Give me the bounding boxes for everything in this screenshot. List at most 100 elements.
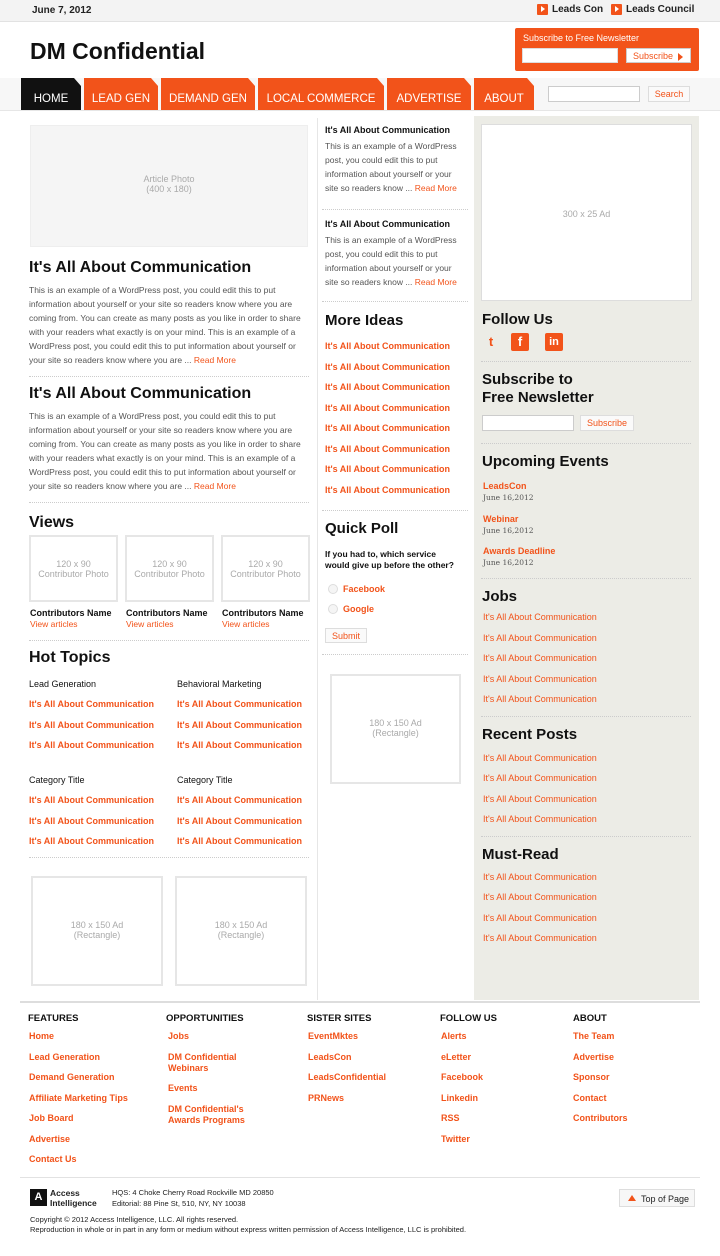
idea-link[interactable]: It's All About Communication [325, 341, 450, 351]
idea-link[interactable]: It's All About Communication [325, 362, 450, 372]
footer-link[interactable]: eLetter [441, 1052, 471, 1063]
poll-radio-facebook[interactable] [328, 584, 338, 594]
footer-link[interactable]: Linkedin [441, 1093, 478, 1104]
event-link[interactable]: LeadsCon [483, 481, 527, 491]
contributor-name[interactable]: Contributors Name [30, 608, 112, 618]
leads-con-label[interactable]: Leads Con [552, 4, 603, 15]
must-read-link[interactable]: It's All About Communication [483, 892, 597, 902]
contributor-name[interactable]: Contributors Name [222, 608, 304, 618]
footer-link[interactable]: Job Board [29, 1113, 74, 1124]
read-more-link[interactable]: Read More [194, 355, 236, 365]
footer-link[interactable]: DM Confidential's Awards Programs [168, 1104, 258, 1126]
idea-link[interactable]: It's All About Communication [325, 382, 450, 392]
recent-post-link[interactable]: It's All About Communication [483, 794, 597, 804]
leads-council-link[interactable]: Leads Council [611, 4, 694, 15]
leads-con-link[interactable]: Leads Con [537, 4, 603, 15]
idea-link[interactable]: It's All About Communication [325, 485, 450, 495]
ad-rectangle[interactable]: 180 x 150 Ad (Rectangle) [330, 674, 461, 784]
search-button[interactable]: Search [648, 86, 690, 102]
topic-link[interactable]: It's All About Communication [29, 816, 154, 826]
leads-council-label[interactable]: Leads Council [626, 4, 694, 15]
footer-link[interactable]: Facebook [441, 1072, 483, 1083]
topic-link[interactable]: It's All About Communication [177, 699, 302, 709]
footer-link[interactable]: Events [168, 1083, 198, 1094]
topic-link[interactable]: It's All About Communication [29, 720, 154, 730]
read-more-link[interactable]: Read More [415, 183, 457, 193]
poll-submit-button[interactable]: Submit [325, 628, 367, 643]
read-more-link[interactable]: Read More [194, 481, 236, 491]
footer-link[interactable]: Contact [573, 1093, 607, 1104]
event-link[interactable]: Webinar [483, 514, 518, 524]
footer-link[interactable]: The Team [573, 1031, 614, 1042]
topic-link[interactable]: It's All About Communication [29, 795, 154, 805]
read-more-link[interactable]: Read More [415, 277, 457, 287]
job-link[interactable]: It's All About Communication [483, 633, 597, 643]
tab-home[interactable]: HOME [21, 78, 81, 110]
ad-rectangle[interactable]: 180 x 150 Ad (Rectangle) [31, 876, 163, 986]
event-link[interactable]: Awards Deadline [483, 546, 555, 556]
tab-about[interactable]: ABOUT [474, 78, 534, 110]
topic-link[interactable]: It's All About Communication [177, 816, 302, 826]
footer-link[interactable]: Advertise [29, 1134, 70, 1145]
recent-post-link[interactable]: It's All About Communication [483, 753, 597, 763]
poll-radio-google[interactable] [328, 604, 338, 614]
search-input[interactable] [548, 86, 640, 102]
footer-link[interactable]: DM Confidential Webinars [168, 1052, 258, 1074]
contributor-name[interactable]: Contributors Name [126, 608, 208, 618]
must-read-link[interactable]: It's All About Communication [483, 933, 597, 943]
poll-option-facebook[interactable]: Facebook [343, 584, 385, 594]
recent-post-link[interactable]: It's All About Communication [483, 814, 597, 824]
job-link[interactable]: It's All About Communication [483, 694, 597, 704]
facebook-icon[interactable]: f [511, 333, 529, 351]
footer-link[interactable]: Demand Generation [29, 1072, 115, 1083]
footer-link[interactable]: Sponsor [573, 1072, 610, 1083]
topic-link[interactable]: It's All About Communication [177, 720, 302, 730]
article-title[interactable]: It's All About Communication [29, 259, 251, 277]
linkedin-icon[interactable]: in [545, 333, 563, 351]
topic-link[interactable]: It's All About Communication [177, 740, 302, 750]
idea-link[interactable]: It's All About Communication [325, 423, 450, 433]
view-articles-link[interactable]: View articles [126, 619, 174, 629]
tab-lead-gen[interactable]: LEAD GEN [84, 78, 158, 110]
mini-article-title[interactable]: It's All About Communication [325, 219, 450, 229]
job-link[interactable]: It's All About Communication [483, 674, 597, 684]
footer-link[interactable]: RSS [441, 1113, 460, 1124]
access-intelligence-logo[interactable]: Access Intelligence [50, 1188, 97, 1208]
footer-link[interactable]: Affiliate Marketing Tips [29, 1093, 128, 1104]
footer-link[interactable]: Contributors [573, 1113, 628, 1124]
footer-link[interactable]: EventMktes [308, 1031, 358, 1042]
poll-option-google[interactable]: Google [343, 604, 374, 614]
newsletter-subscribe-button[interactable]: Subscribe [626, 48, 691, 63]
job-link[interactable]: It's All About Communication [483, 653, 597, 663]
newsletter-email-input[interactable] [522, 48, 618, 63]
view-articles-link[interactable]: View articles [222, 619, 270, 629]
footer-link[interactable]: Contact Us [29, 1154, 77, 1165]
tab-demand-gen[interactable]: DEMAND GEN [161, 78, 255, 110]
twitter-icon[interactable]: t [482, 333, 500, 351]
footer-link[interactable]: Advertise [573, 1052, 614, 1063]
article-title[interactable]: It's All About Communication [29, 385, 251, 403]
ad-rectangle[interactable]: 180 x 150 Ad (Rectangle) [175, 876, 307, 986]
site-logo[interactable]: DM Confidential [30, 38, 205, 65]
topic-link[interactable]: It's All About Communication [177, 795, 302, 805]
subscribe-email-input[interactable] [482, 415, 574, 431]
footer-link[interactable]: LeadsCon [308, 1052, 352, 1063]
must-read-link[interactable]: It's All About Communication [483, 872, 597, 882]
footer-link[interactable]: Jobs [168, 1031, 189, 1042]
view-articles-link[interactable]: View articles [30, 619, 78, 629]
idea-link[interactable]: It's All About Communication [325, 403, 450, 413]
footer-link[interactable]: LeadsConfidential [308, 1072, 386, 1083]
recent-post-link[interactable]: It's All About Communication [483, 773, 597, 783]
footer-link[interactable]: PRNews [308, 1093, 344, 1104]
topic-link[interactable]: It's All About Communication [29, 699, 154, 709]
footer-link[interactable]: Home [29, 1031, 54, 1042]
tab-advertise[interactable]: ADVERTISE [387, 78, 471, 110]
idea-link[interactable]: It's All About Communication [325, 464, 450, 474]
mini-article-title[interactable]: It's All About Communication [325, 125, 450, 135]
ad-banner[interactable]: 300 x 25 Ad [481, 124, 692, 301]
top-of-page-button[interactable]: Top of Page [619, 1189, 695, 1207]
tab-local-commerce[interactable]: LOCAL COMMERCE [258, 78, 384, 110]
topic-link[interactable]: It's All About Communication [29, 836, 154, 846]
job-link[interactable]: It's All About Communication [483, 612, 597, 622]
topic-link[interactable]: It's All About Communication [29, 740, 154, 750]
